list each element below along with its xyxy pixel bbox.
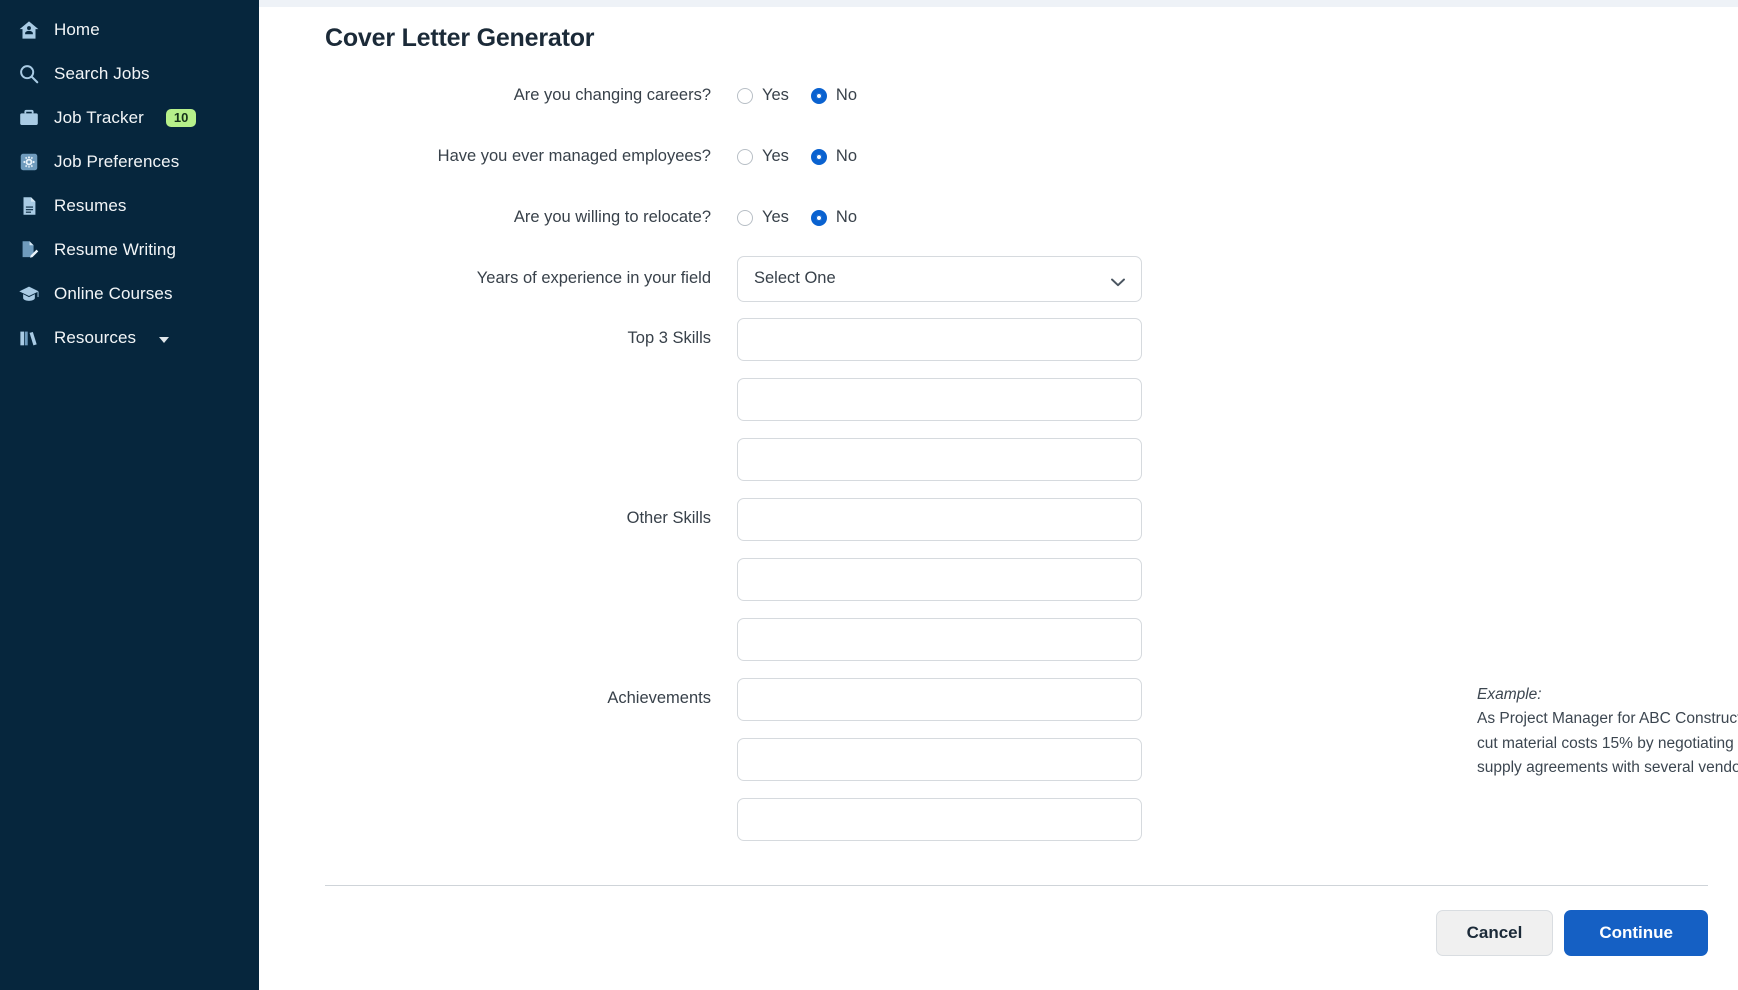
chevron-down-icon: [1111, 274, 1125, 287]
radio-indicator[interactable]: [810, 209, 827, 226]
sidebar-item-job-preferences[interactable]: Job Preferences: [0, 140, 259, 184]
document-pencil-icon: [18, 239, 40, 261]
form-row-other-skills-3: [325, 609, 1708, 669]
briefcase-icon: [18, 107, 40, 129]
achievement-input-3[interactable]: [737, 797, 1142, 841]
cancel-button[interactable]: Cancel: [1435, 910, 1554, 956]
form-row-other-skills-1: Other Skills: [325, 489, 1708, 549]
sidebar-item-resume-writing[interactable]: Resume Writing: [0, 228, 259, 272]
form-row-top-skills-3: [325, 429, 1708, 489]
top-skill-input-1[interactable]: [737, 317, 1142, 361]
form-row-managed-employees: Have you ever managed employees? Yes No: [325, 126, 1708, 187]
example-heading: Example:: [1477, 686, 1542, 703]
form-row-top-skills-1: Top 3 Skills: [325, 309, 1708, 369]
field-label: Are you willing to relocate?: [513, 207, 711, 226]
radio-option-label: Yes: [762, 86, 789, 104]
radio-indicator[interactable]: [737, 209, 753, 226]
footer-button-bar: Cancel Continue: [325, 910, 1708, 956]
sidebar-item-label: Search Jobs: [54, 64, 150, 83]
sidebar-item-resumes[interactable]: Resumes: [0, 184, 259, 228]
sidebar-item-resources[interactable]: Resources: [0, 316, 259, 360]
years-experience-select[interactable]: Select One: [737, 255, 1142, 302]
radio-option-no[interactable]: No: [810, 86, 858, 105]
top-strip: [259, 0, 1738, 7]
sidebar-item-label: Online Courses: [54, 284, 173, 303]
form-footer: Cancel Continue: [325, 885, 1708, 956]
app-root: Home Search Jobs Job Tracker 10 Job Pref…: [0, 0, 1738, 990]
other-skill-input-3[interactable]: [737, 617, 1142, 661]
sidebar-item-label: Resume Writing: [54, 240, 177, 259]
field-label: Years of experience in your field: [476, 268, 711, 287]
sidebar-item-label: Home: [54, 20, 100, 39]
job-tracker-badge: 10: [165, 109, 197, 127]
radio-option-label: Yes: [762, 208, 789, 226]
top-skill-input-2[interactable]: [737, 377, 1142, 421]
achievement-input-2[interactable]: [737, 737, 1142, 781]
sidebar-item-online-courses[interactable]: Online Courses: [0, 272, 259, 316]
radio-indicator[interactable]: [737, 148, 753, 165]
example-line-3: supply agreements with several vendors.: [1477, 758, 1738, 776]
radio-group-changing-careers: Yes No: [737, 86, 857, 105]
sidebar-item-label: Resources: [54, 328, 137, 347]
field-label: Other Skills: [626, 509, 711, 528]
home-icon: [18, 19, 40, 41]
footer-divider: [325, 885, 1708, 886]
radio-option-label: Yes: [762, 147, 789, 165]
form-row-changing-careers: Are you changing careers? Yes No: [325, 65, 1708, 126]
field-label: Top 3 Skills: [627, 329, 711, 348]
example-hint: Example: As Project Manager for ABC Cons…: [1477, 683, 1738, 780]
radio-option-yes[interactable]: Yes: [737, 86, 789, 105]
continue-button[interactable]: Continue: [1564, 910, 1708, 956]
sidebar-item-label: Job Tracker: [54, 108, 144, 127]
other-skill-input-2[interactable]: [737, 557, 1142, 601]
sidebar-item-label: Resumes: [54, 196, 127, 215]
books-icon: [18, 327, 40, 349]
radio-option-label: No: [835, 86, 858, 104]
top-skill-input-3[interactable]: [737, 437, 1142, 481]
main-content: Cover Letter Generator Are you changing …: [259, 0, 1738, 990]
graduation-cap-icon: [18, 283, 40, 305]
select-value: Select One: [754, 269, 836, 287]
radio-group-willing-to-relocate: Yes No: [737, 208, 857, 227]
radio-option-yes[interactable]: Yes: [737, 208, 789, 227]
example-line-2: cut material costs 15% by negotiating im…: [1477, 734, 1738, 752]
sidebar-item-home[interactable]: Home: [0, 8, 259, 52]
field-label: Have you ever managed employees?: [437, 146, 711, 165]
chevron-down-icon[interactable]: [159, 336, 170, 343]
sidebar-item-search-jobs[interactable]: Search Jobs: [0, 52, 259, 96]
form-row-willing-to-relocate: Are you willing to relocate? Yes No: [325, 187, 1708, 248]
radio-indicator[interactable]: [810, 148, 827, 165]
radio-option-label: No: [835, 208, 858, 226]
sidebar-item-label: Job Preferences: [54, 152, 180, 171]
radio-indicator[interactable]: [810, 87, 827, 104]
form-row-achievements-3: [325, 789, 1708, 849]
search-icon: [18, 63, 40, 85]
achievement-input-1[interactable]: [737, 677, 1142, 721]
gear-icon: [18, 151, 40, 173]
example-line-1: As Project Manager for ABC Construction,: [1477, 710, 1738, 728]
form-row-other-skills-2: [325, 549, 1708, 609]
other-skill-input-1[interactable]: [737, 497, 1142, 541]
document-icon: [18, 195, 40, 217]
radio-indicator[interactable]: [737, 87, 753, 104]
form-row-years-experience: Years of experience in your field Select…: [325, 248, 1708, 309]
radio-option-yes[interactable]: Yes: [737, 147, 789, 166]
sidebar-item-job-tracker[interactable]: Job Tracker 10: [0, 96, 259, 140]
field-label: Are you changing careers?: [513, 85, 711, 104]
radio-group-managed-employees: Yes No: [737, 147, 857, 166]
sidebar: Home Search Jobs Job Tracker 10 Job Pref…: [0, 0, 259, 990]
form-row-top-skills-2: [325, 369, 1708, 429]
page-title: Cover Letter Generator: [325, 24, 595, 52]
radio-option-label: No: [835, 147, 858, 165]
radio-option-no[interactable]: No: [810, 208, 858, 227]
radio-option-no[interactable]: No: [810, 147, 858, 166]
field-label: Achievements: [607, 689, 711, 708]
